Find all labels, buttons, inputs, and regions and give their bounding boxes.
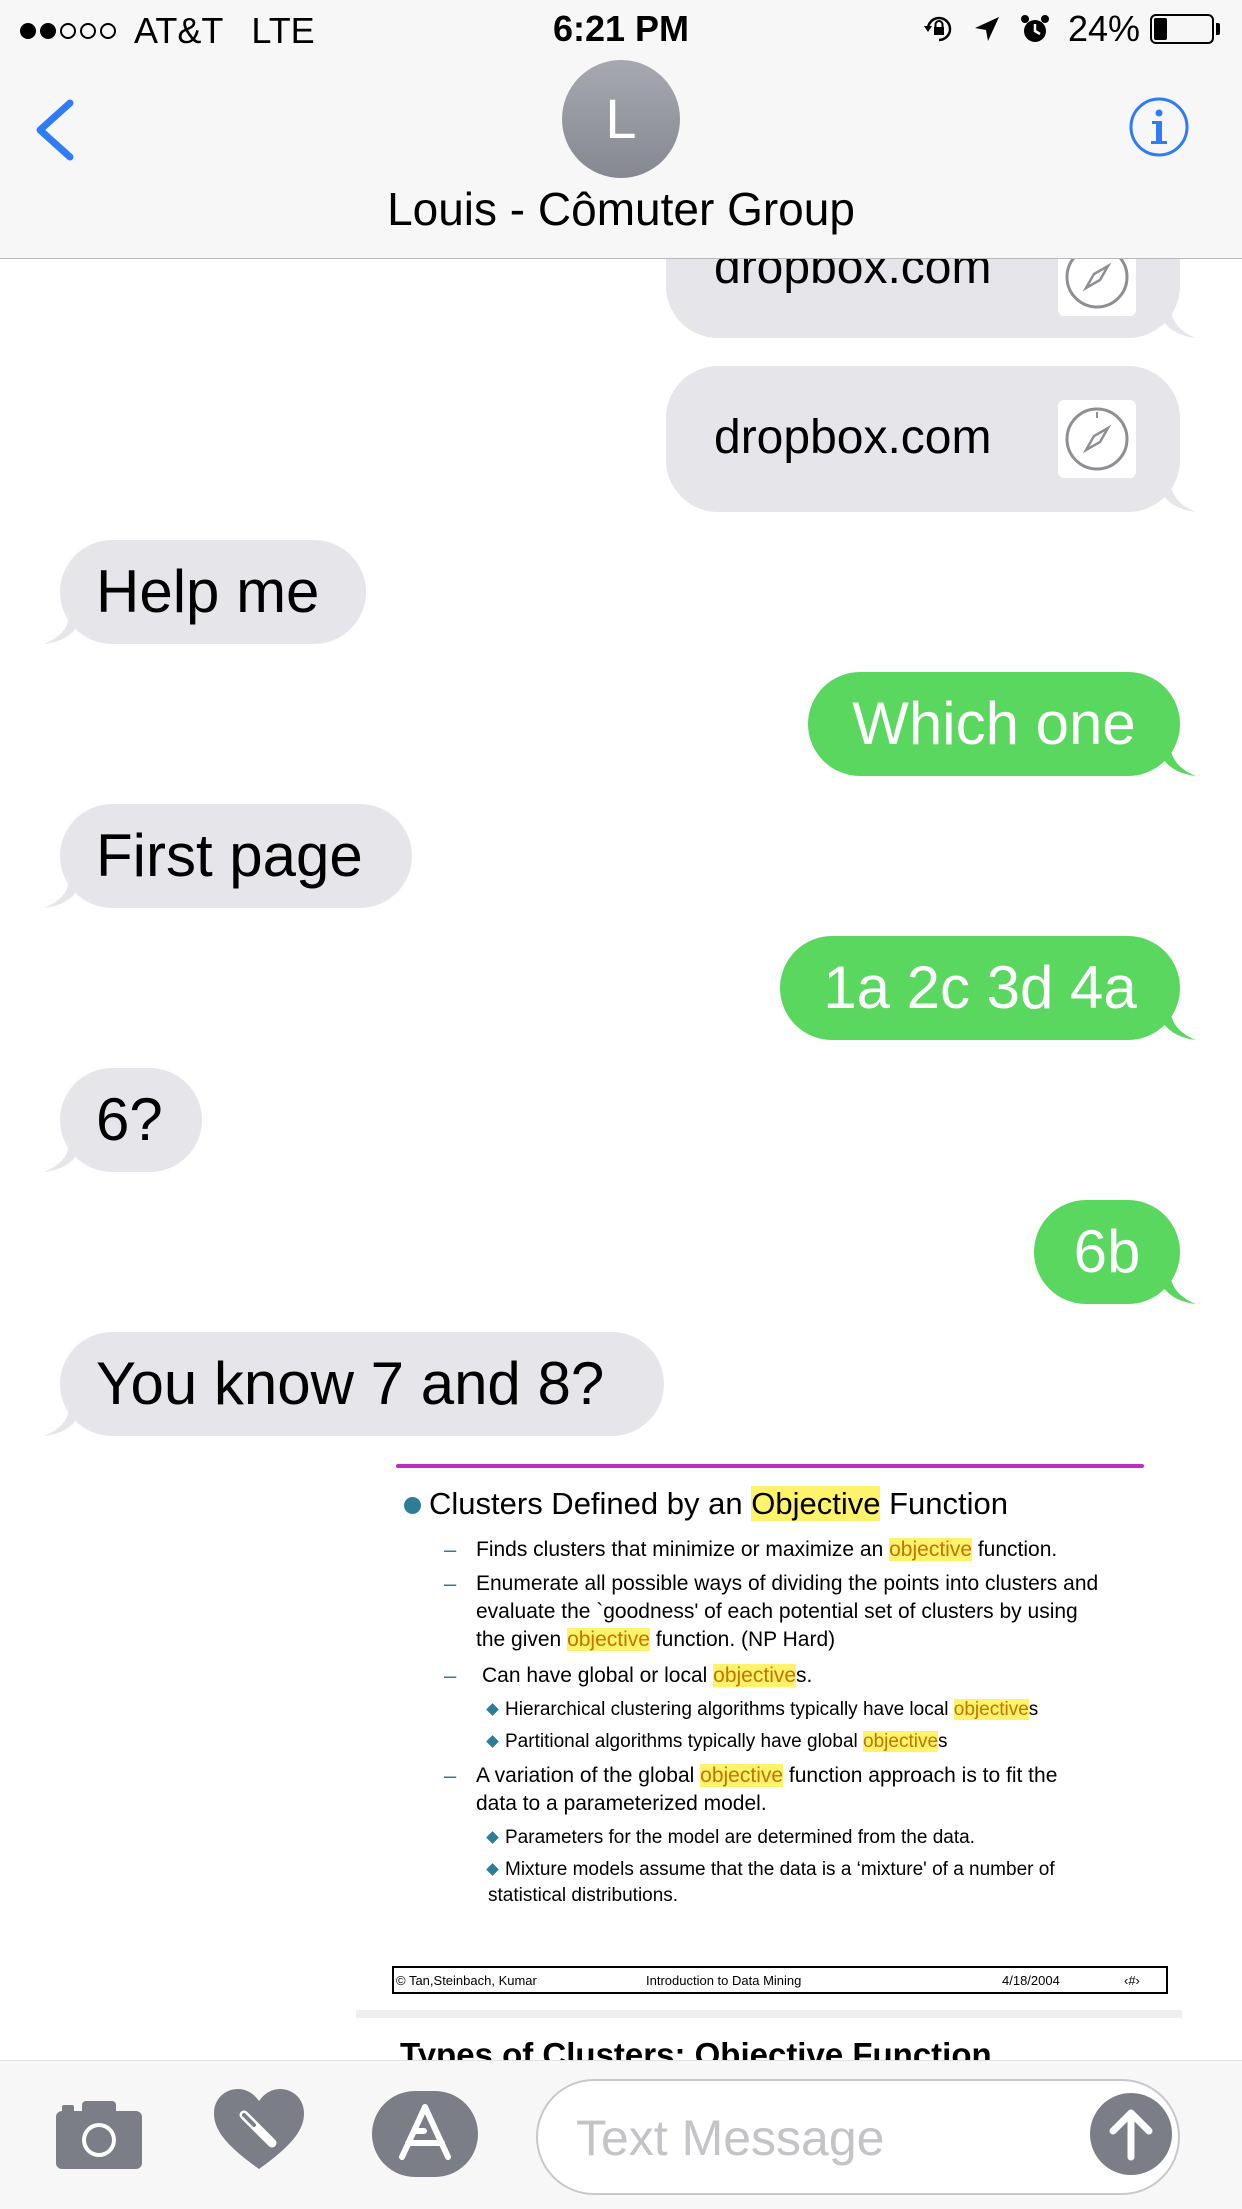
- status-icons: 24%: [922, 8, 1220, 50]
- conversation-thread[interactable]: dropbox.com dropbox.com Help me Which on…: [0, 0, 1242, 2060]
- slide-top-rule: [396, 1464, 1144, 1468]
- slide-line: Enumerate all possible ways of dividing …: [476, 1572, 1099, 1595]
- status-bar: AT&T LTE 6:21 PM 24%: [0, 0, 1242, 60]
- slide-line: data to a parameterized model.: [476, 1792, 767, 1815]
- diamond-bullet-icon: [486, 1863, 499, 1877]
- slide-line: Can have global or local objectives.: [482, 1664, 813, 1687]
- message-text: You know 7 and 8?: [96, 1350, 605, 1417]
- message-text: 1a 2c 3d 4a: [823, 954, 1137, 1021]
- contact-avatar[interactable]: L: [562, 60, 680, 178]
- dash-bullet: –: [444, 1571, 457, 1596]
- dash-bullet: –: [444, 1537, 457, 1562]
- battery-icon: [1150, 14, 1214, 44]
- link-preview-bubble[interactable]: dropbox.com: [666, 366, 1196, 512]
- slide-line: Parameters for the model are determined …: [486, 1824, 975, 1852]
- slide-footer: © Tan,Steinbach, Kumar Introduction to D…: [392, 1966, 1168, 1994]
- alarm-clock-icon: [1020, 15, 1049, 42]
- incoming-message[interactable]: You know 7 and 8?: [44, 1332, 664, 1436]
- outgoing-message[interactable]: 6b: [1034, 1200, 1196, 1304]
- contact-name[interactable]: Louis - Cômuter Group: [0, 182, 1242, 236]
- next-slide-title: Types of Clusters: Objective Function ..…: [400, 2036, 1029, 2060]
- diamond-bullet-icon: [486, 1703, 499, 1717]
- location-arrow-icon: [974, 17, 999, 41]
- message-text: 6?: [96, 1086, 163, 1153]
- slide-separator: [356, 2010, 1182, 2018]
- slide-heading: Clusters Defined by an Objective Functio…: [404, 1486, 1008, 1522]
- digital-touch-heart-icon[interactable]: [214, 2089, 304, 2173]
- info-icon[interactable]: [1128, 96, 1190, 158]
- footer-date: 4/18/2004: [1002, 1973, 1060, 1988]
- slide-line: Mixture models assume that the data is a…: [486, 1856, 1055, 1884]
- dash-bullet: –: [444, 1763, 457, 1788]
- slide-line: Hierarchical clustering algorithms typic…: [486, 1696, 1038, 1724]
- outgoing-message[interactable]: 1a 2c 3d 4a: [780, 936, 1196, 1040]
- message-input[interactable]: [574, 2107, 1058, 2169]
- slide-line: statistical distributions.: [488, 1885, 679, 1906]
- outgoing-message[interactable]: Which one: [808, 672, 1196, 776]
- app-store-icon[interactable]: [372, 2091, 478, 2177]
- up-arrow-icon: [1109, 2109, 1153, 2161]
- footer-authors: © Tan,Steinbach, Kumar: [396, 1973, 537, 1988]
- back-chevron-icon[interactable]: [30, 95, 80, 165]
- diamond-bullet-icon: [486, 1735, 499, 1749]
- message-text: Help me: [96, 558, 320, 625]
- rotation-lock-icon: [923, 16, 952, 42]
- slide-line: evaluate the `goodness' of each potentia…: [476, 1600, 1078, 1623]
- incoming-message[interactable]: 6?: [44, 1068, 202, 1172]
- slide-line: the given objective function. (NP Hard): [476, 1628, 836, 1651]
- incoming-message[interactable]: First page: [44, 804, 412, 908]
- message-text: 6b: [1073, 1218, 1141, 1285]
- diamond-bullet-icon: [486, 1831, 499, 1845]
- slide-line: Finds clusters that minimize or maximize…: [476, 1538, 1058, 1561]
- incoming-message[interactable]: Help me: [44, 540, 366, 644]
- image-attachment[interactable]: Clusters Defined by an Objective Functio…: [356, 1460, 1182, 2060]
- bullet-icon: [404, 1497, 421, 1515]
- footer-title: Introduction to Data Mining: [646, 1973, 802, 1988]
- slide-line: A variation of the global objective func…: [476, 1764, 1058, 1787]
- send-button[interactable]: [1090, 2093, 1172, 2175]
- battery-fill: [1154, 18, 1168, 40]
- compose-bar: [0, 2060, 1242, 2209]
- camera-icon[interactable]: [56, 2099, 142, 2169]
- link-domain: dropbox.com: [714, 411, 992, 464]
- dash-bullet: –: [444, 1663, 457, 1688]
- safari-compass-icon: [1058, 400, 1136, 478]
- message-text: First page: [96, 822, 363, 889]
- message-text-field: [536, 2079, 1180, 2195]
- battery-percent: 24%: [1067, 8, 1140, 49]
- slide-line: Partitional algorithms typically have gl…: [486, 1728, 948, 1756]
- battery-tip: [1216, 23, 1220, 35]
- footer-page: ‹#›: [1124, 1973, 1140, 1988]
- message-text: Which one: [852, 690, 1136, 757]
